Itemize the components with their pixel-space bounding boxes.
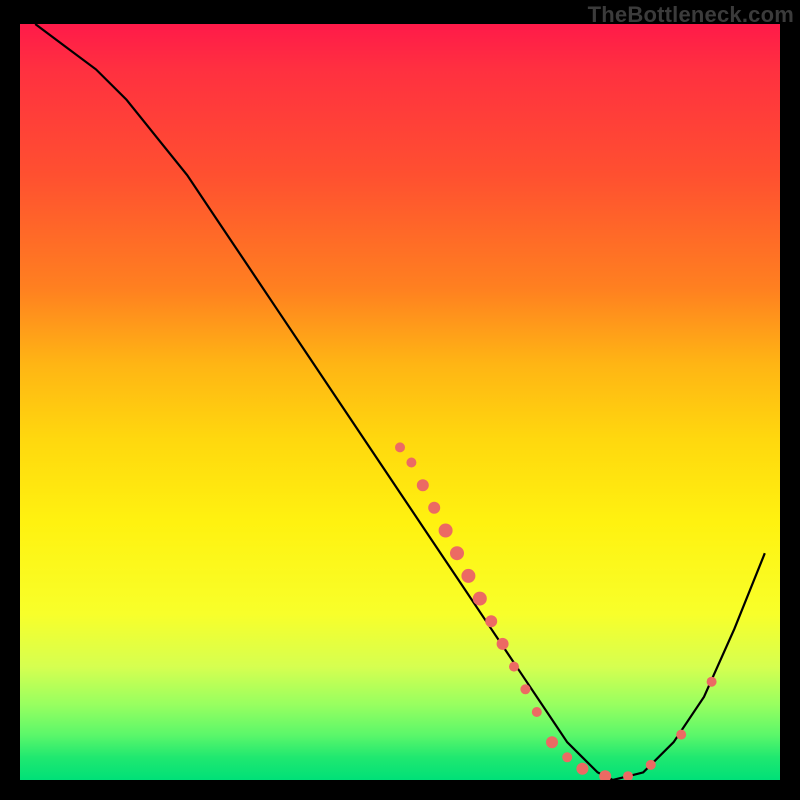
data-point-11	[520, 684, 530, 694]
chart-curve	[35, 24, 765, 780]
data-point-2	[417, 479, 429, 491]
chart-plot-area	[20, 24, 780, 780]
data-point-13	[546, 736, 558, 748]
data-point-10	[509, 662, 519, 672]
data-point-0	[395, 442, 405, 452]
chart-data-points	[395, 442, 717, 780]
data-point-6	[461, 569, 475, 583]
data-point-19	[676, 730, 686, 740]
data-point-9	[497, 638, 509, 650]
data-point-7	[473, 592, 487, 606]
data-point-14	[562, 752, 572, 762]
data-point-17	[623, 771, 633, 780]
data-point-12	[532, 707, 542, 717]
data-point-15	[576, 763, 588, 775]
chart-svg	[20, 24, 780, 780]
data-point-1	[406, 458, 416, 468]
bottleneck-curve-path	[35, 24, 765, 780]
data-point-20	[707, 677, 717, 687]
data-point-3	[428, 502, 440, 514]
data-point-5	[450, 546, 464, 560]
data-point-18	[646, 760, 656, 770]
data-point-8	[485, 615, 497, 627]
data-point-16	[599, 770, 611, 780]
data-point-4	[439, 524, 453, 538]
